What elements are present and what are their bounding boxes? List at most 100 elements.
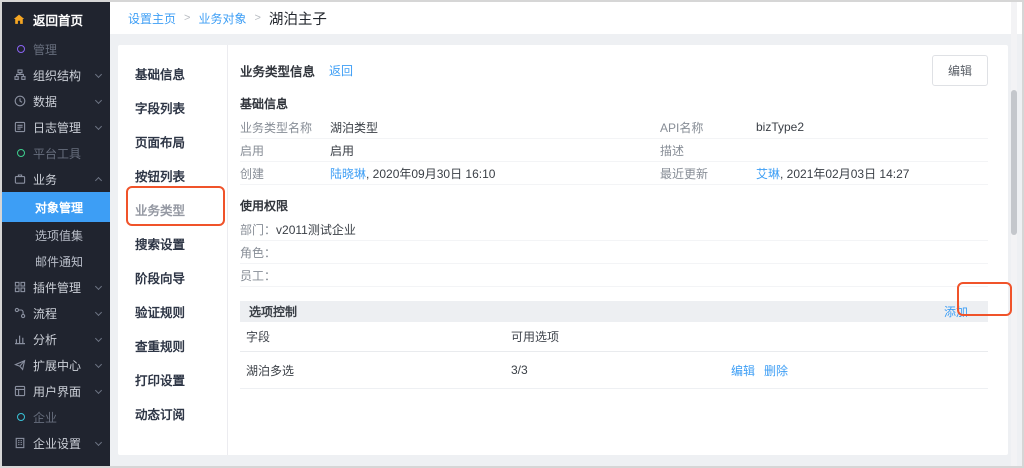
sidebar-item-workflow[interactable]: 流程	[2, 300, 110, 326]
option-field-name: 湖泊多选	[246, 362, 511, 379]
tab-field-list[interactable]: 字段列表	[118, 92, 227, 126]
field-value: 陆晓琳, 2020年09月30日 16:10	[330, 165, 660, 182]
column-header-available-options: 可用选项	[511, 328, 731, 345]
tab-business-type[interactable]: 业务类型	[118, 194, 227, 228]
tab-basic-info[interactable]: 基础信息	[118, 58, 227, 92]
chevron-up-icon	[95, 177, 102, 184]
tab-dedupe-rules[interactable]: 查重规则	[118, 330, 227, 364]
bar-chart-icon	[14, 333, 26, 345]
page-title: 湖泊主子	[269, 8, 327, 29]
breadcrumb-business-objects[interactable]: 业务对象	[198, 10, 246, 27]
permission-label: 部门：	[240, 221, 276, 238]
page-body: 基础信息 字段列表 页面布局 按钮列表 业务类型 搜索设置 阶段向导 验证规则 …	[110, 34, 1022, 466]
sidebar-item-data[interactable]: 数据	[2, 88, 110, 114]
scrollbar-thumb[interactable]	[1011, 90, 1017, 235]
admin-ring-icon	[14, 43, 26, 55]
building-icon	[14, 437, 26, 449]
row-edit-link[interactable]: 编辑	[731, 362, 755, 379]
tab-print-settings[interactable]: 打印设置	[118, 364, 227, 398]
main-sidebar: 返回首页 管理 组织结构 数据 日志管理	[2, 2, 110, 466]
sidebar-item-enterprise-settings[interactable]: 企业设置	[2, 430, 110, 456]
paper-plane-icon	[14, 359, 26, 371]
sidebar-item-label: 流程	[33, 305, 57, 322]
field-label: 创建	[240, 165, 330, 182]
field-row: 创建 陆晓琳, 2020年09月30日 16:10 最近更新 艾琳, 2021年…	[240, 162, 988, 185]
sidebar-item-business[interactable]: 业务	[2, 166, 110, 192]
field-label: 描述	[660, 142, 756, 159]
add-link[interactable]: 添加	[944, 303, 968, 320]
field-value: bizType2	[756, 120, 988, 134]
sidebar-item-label: 业务	[33, 171, 57, 188]
tab-validation-rules[interactable]: 验证规则	[118, 296, 227, 330]
breadcrumb-settings-home[interactable]: 设置主页	[128, 10, 176, 27]
sidebar-home-label: 返回首页	[33, 10, 83, 29]
sidebar-item-analysis[interactable]: 分析	[2, 326, 110, 352]
breadcrumb-separator: >	[254, 12, 260, 24]
sidebar-subitem-option-value-set[interactable]: 选项值集	[2, 222, 110, 248]
option-control-heading: 选项控制	[249, 303, 297, 320]
vertical-scrollbar[interactable]	[1011, 2, 1017, 466]
field-label: 最近更新	[660, 165, 756, 182]
sidebar-item-platform-tools[interactable]: 平台工具	[2, 140, 110, 166]
field-label: 启用	[240, 142, 330, 159]
basic-info-heading: 基础信息	[240, 95, 988, 112]
detail-tabs: 基础信息 字段列表 页面布局 按钮列表 业务类型 搜索设置 阶段向导 验证规则 …	[118, 45, 228, 455]
sidebar-item-label: 日志管理	[33, 119, 81, 136]
tab-search-settings[interactable]: 搜索设置	[118, 228, 227, 262]
sidebar-item-label: 企业	[33, 409, 57, 426]
sidebar-item-admin[interactable]: 管理	[2, 36, 110, 62]
app-window: 返回首页 管理 组织结构 数据 日志管理	[0, 0, 1024, 468]
field-value: 艾琳, 2021年02月03日 14:27	[756, 165, 988, 182]
sidebar-home-link[interactable]: 返回首页	[2, 2, 110, 36]
option-control-bar: 选项控制 添加	[240, 301, 988, 322]
option-table-header: 字段 可用选项	[240, 322, 988, 352]
sidebar-subitem-label: 对象管理	[35, 199, 83, 216]
sidebar-item-label: 企业设置	[33, 435, 81, 452]
tab-stage-wizard[interactable]: 阶段向导	[118, 262, 227, 296]
home-icon	[13, 13, 25, 25]
chevron-down-icon	[95, 96, 102, 103]
row-actions: 编辑 删除	[731, 362, 988, 379]
field-value: 启用	[330, 142, 660, 159]
tab-page-layout[interactable]: 页面布局	[118, 126, 227, 160]
column-header-field: 字段	[246, 328, 511, 345]
field-row: 启用 启用 描述	[240, 139, 988, 162]
permission-row-role: 角色：	[240, 241, 988, 264]
permission-list: 部门： v2011测试企业 角色： 员工：	[240, 218, 988, 287]
back-link[interactable]: 返回	[329, 62, 353, 79]
row-delete-link[interactable]: 删除	[764, 362, 788, 379]
plugin-grid-icon	[14, 281, 26, 293]
edit-button[interactable]: 编辑	[932, 55, 988, 86]
org-structure-icon	[14, 69, 26, 81]
chevron-down-icon	[95, 282, 102, 289]
sidebar-item-org-structure[interactable]: 组织结构	[2, 62, 110, 88]
field-row: 业务类型名称 湖泊类型 API名称 bizType2	[240, 116, 988, 139]
sidebar-item-enterprise[interactable]: 企业	[2, 404, 110, 430]
permission-row-employee: 员工：	[240, 264, 988, 287]
chevron-down-icon	[95, 122, 102, 129]
sidebar-subitem-label: 邮件通知	[35, 253, 83, 270]
sidebar-item-extension-center[interactable]: 扩展中心	[2, 352, 110, 378]
sidebar-subitem-email-notification[interactable]: 邮件通知	[2, 248, 110, 274]
sidebar-item-label: 组织结构	[33, 67, 81, 84]
sidebar-item-user-interface[interactable]: 用户界面	[2, 378, 110, 404]
sidebar-subitem-object-management[interactable]: 对象管理	[2, 192, 110, 222]
sidebar-item-label: 扩展中心	[33, 357, 81, 374]
field-value: 湖泊类型	[330, 119, 660, 136]
chevron-down-icon	[95, 438, 102, 445]
tab-dynamic-subscription[interactable]: 动态订阅	[118, 398, 227, 432]
chevron-down-icon	[95, 386, 102, 393]
sidebar-item-plugin-management[interactable]: 插件管理	[2, 274, 110, 300]
updater-user-link[interactable]: 艾琳	[756, 167, 780, 181]
sidebar-item-log-management[interactable]: 日志管理	[2, 114, 110, 140]
ui-grid-icon	[14, 385, 26, 397]
chevron-down-icon	[95, 360, 102, 367]
tab-button-list[interactable]: 按钮列表	[118, 160, 227, 194]
platform-tools-ring-icon	[14, 147, 26, 159]
option-available-count: 3/3	[511, 363, 731, 377]
creator-user-link[interactable]: 陆晓琳	[330, 167, 366, 181]
table-row: 湖泊多选 3/3 编辑 删除	[240, 352, 988, 389]
flow-icon	[14, 307, 26, 319]
updated-datetime: , 2021年02月03日 14:27	[780, 167, 909, 181]
log-icon	[14, 121, 26, 133]
